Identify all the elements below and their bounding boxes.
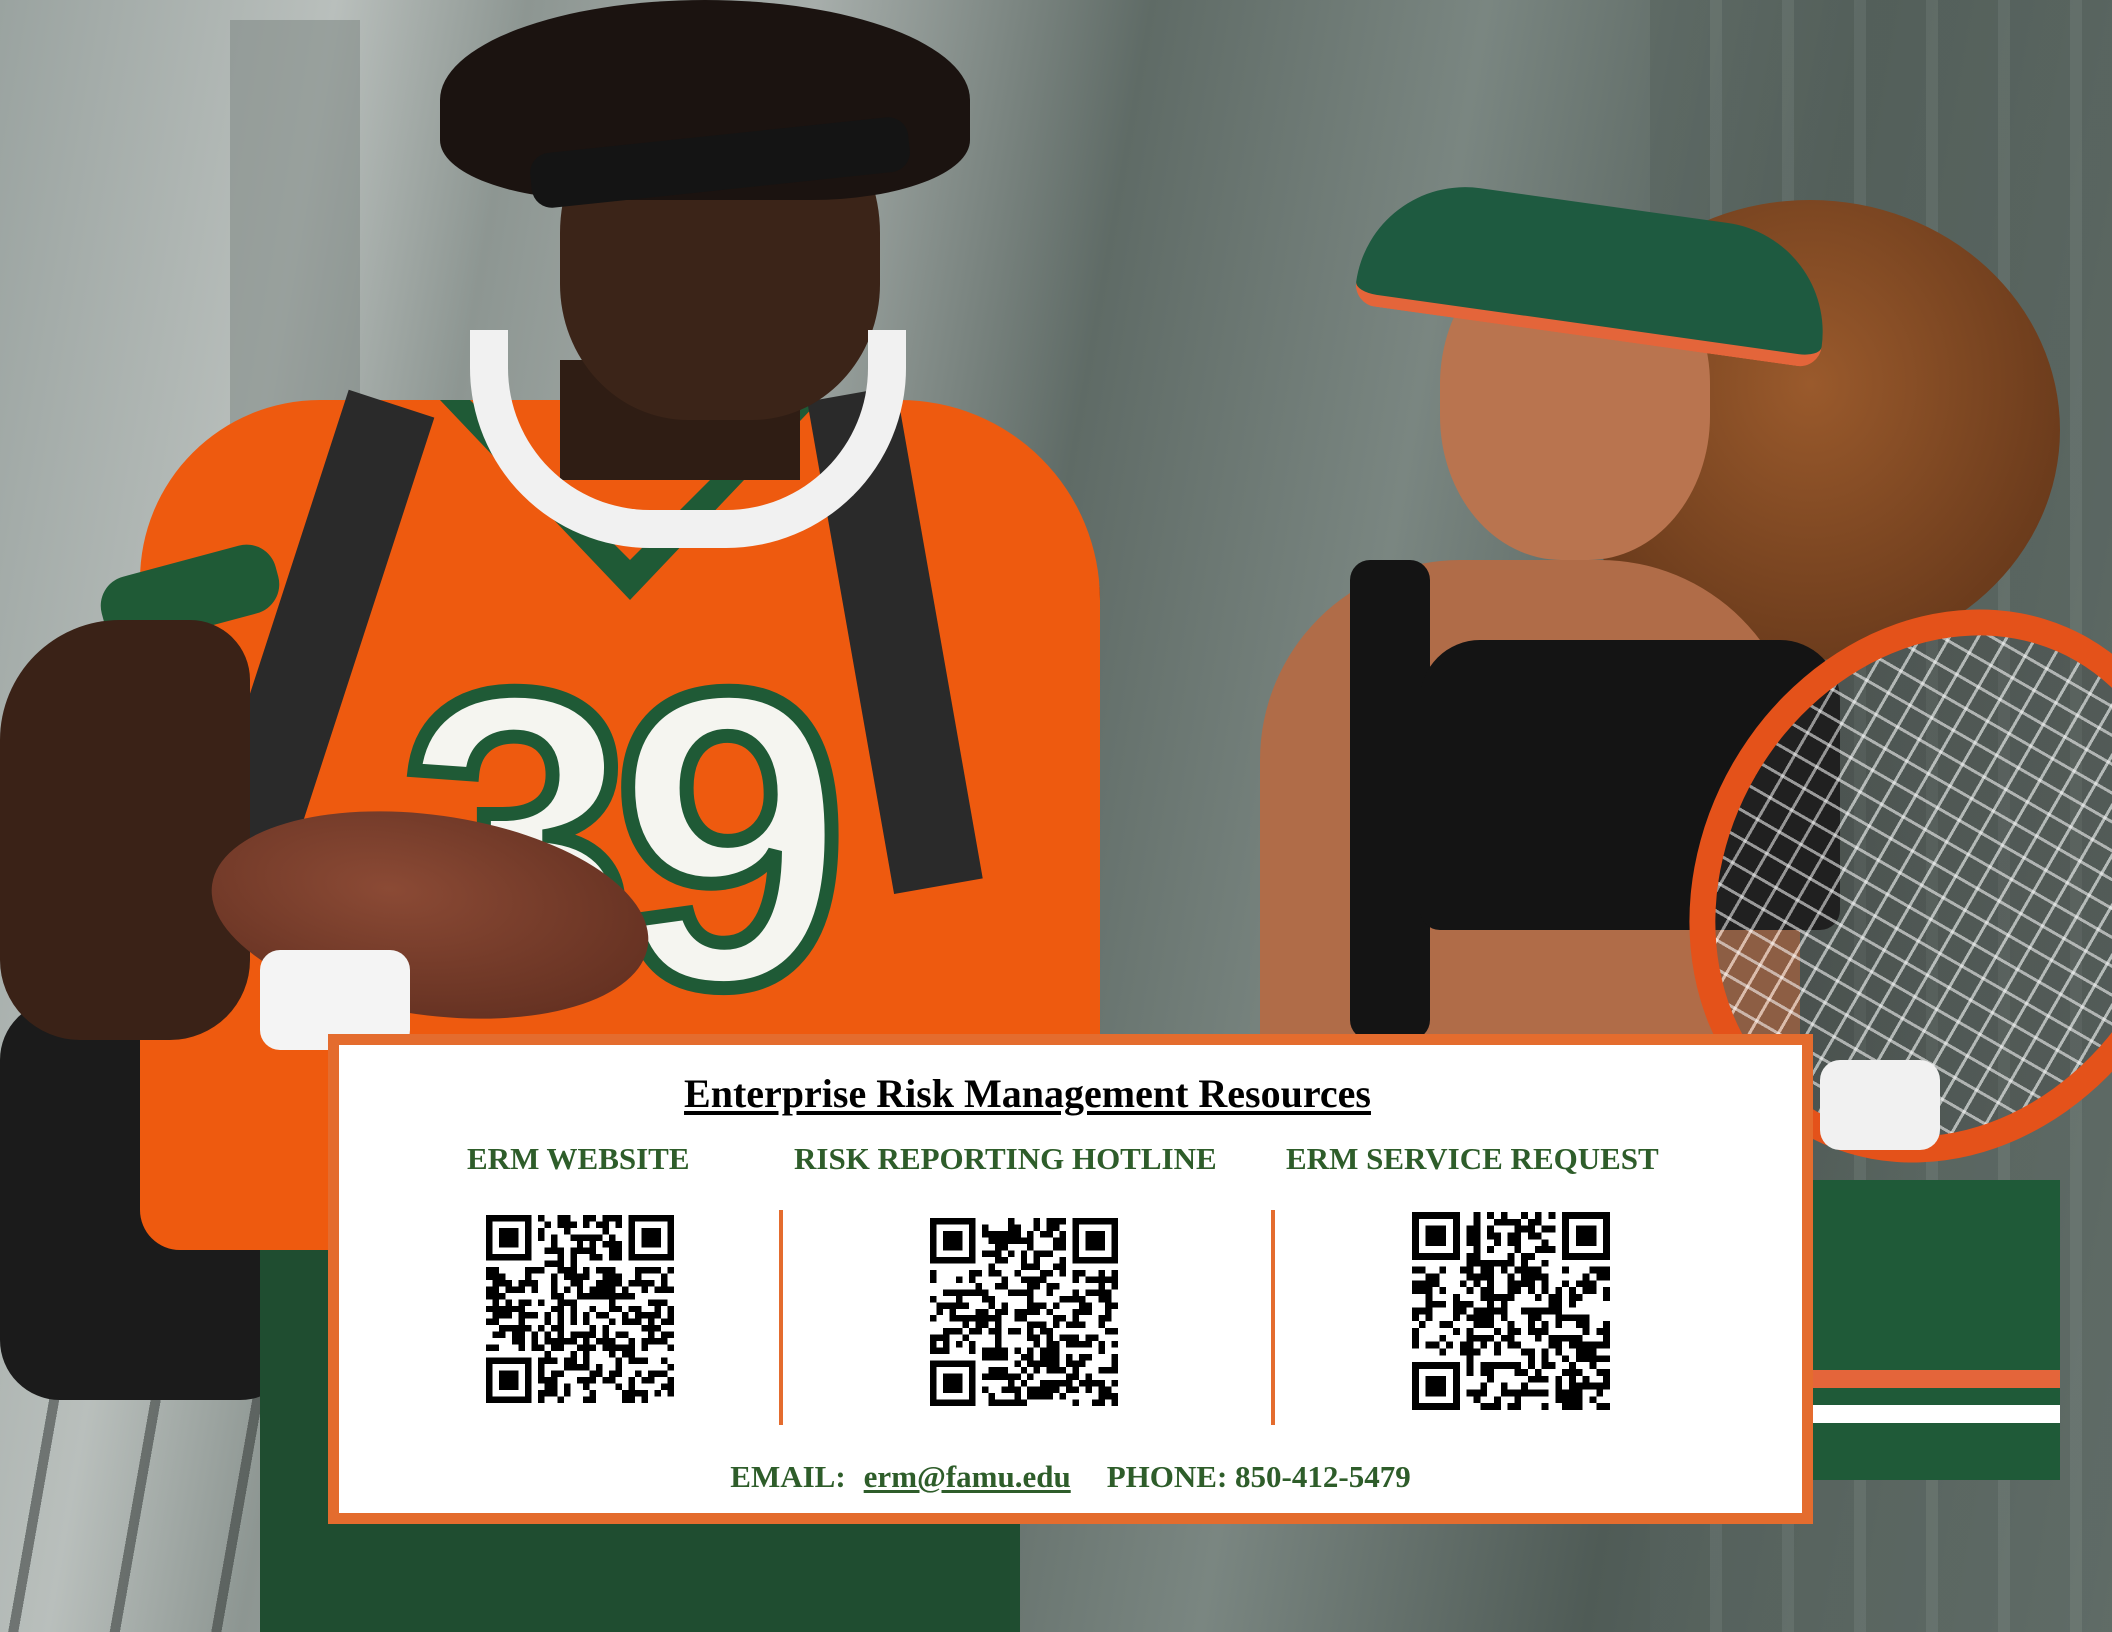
risk-reporting-hotline-heading: RISK REPORTING HOTLINE (794, 1141, 1217, 1176)
card-title: Enterprise Risk Management Resources (684, 1071, 1371, 1116)
wristband (1820, 1060, 1940, 1150)
column-divider (779, 1210, 783, 1425)
email-link[interactable]: erm@famu.edu (864, 1459, 1071, 1494)
phone-number: 850-412-5479 (1235, 1459, 1411, 1494)
column-divider (1271, 1210, 1275, 1425)
erm-website-heading: ERM WEBSITE (467, 1141, 690, 1176)
erm-service-request-qr-code[interactable] (1412, 1212, 1610, 1410)
backpack-strap (1350, 560, 1430, 1040)
erm-service-request-heading: ERM SERVICE REQUEST (1286, 1141, 1659, 1176)
erm-website-qr-code[interactable] (485, 1215, 675, 1403)
risk-reporting-hotline-qr-code[interactable] (930, 1217, 1118, 1407)
email-label: EMAIL: (730, 1459, 846, 1494)
football-player-arm (0, 620, 250, 1040)
erm-resources-card: Enterprise Risk Management Resources ERM… (328, 1034, 1813, 1524)
phone-label: PHONE: (1106, 1459, 1228, 1494)
contact-line: EMAIL: erm@famu.edu PHONE: 850-412-5479 (339, 1459, 1802, 1495)
